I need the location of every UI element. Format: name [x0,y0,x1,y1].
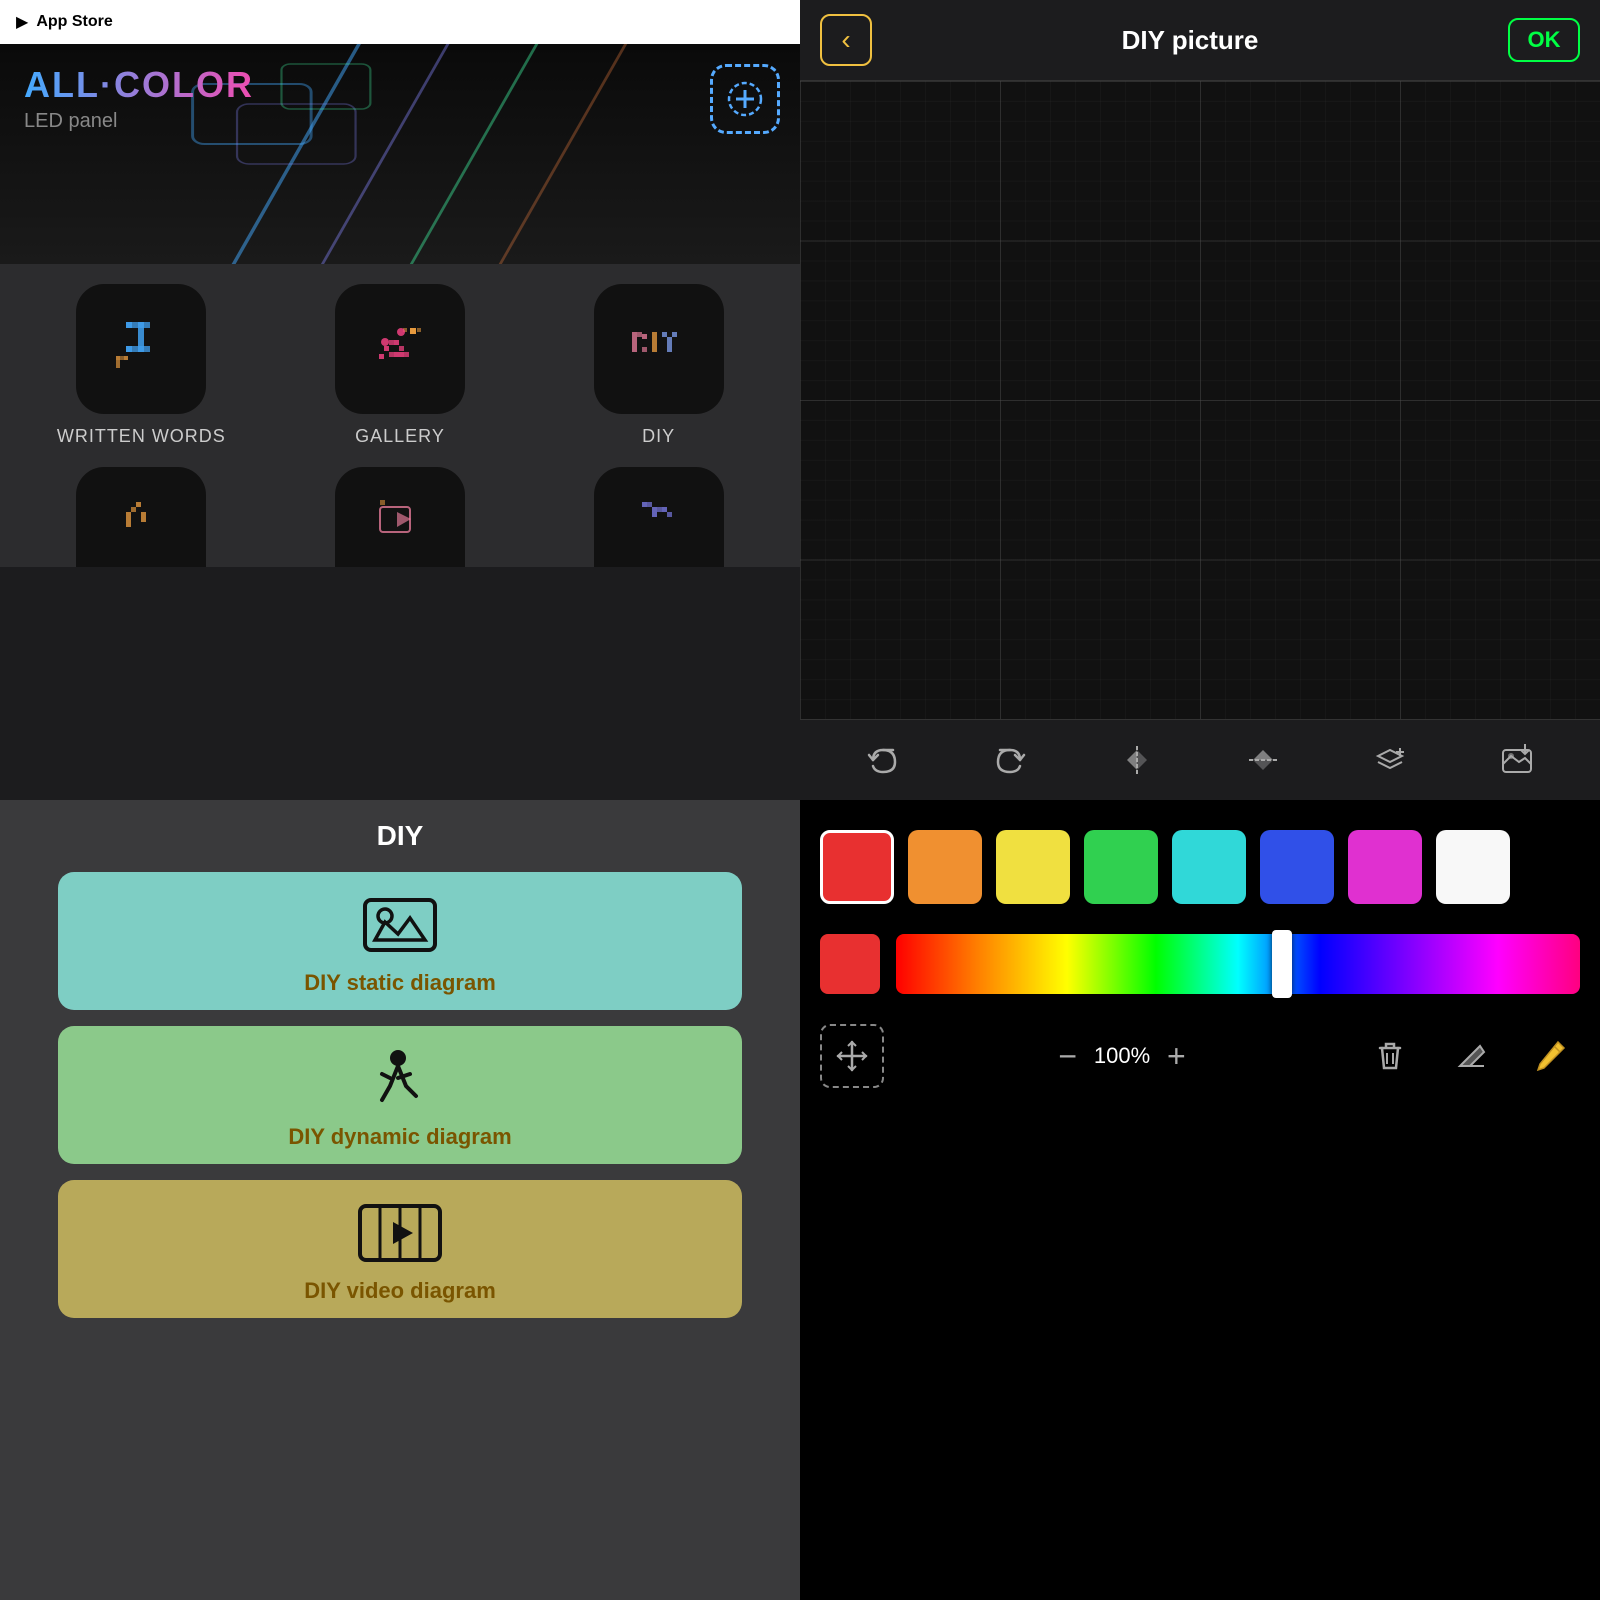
delete-button[interactable] [1360,1026,1420,1086]
swatch-red[interactable] [820,830,894,904]
diy-dynamic-option[interactable]: DIY dynamic diagram [58,1026,742,1164]
icon-diy-label: DIY [642,426,675,447]
ok-label: OK [1528,27,1561,53]
color-spectrum-row [820,934,1580,994]
move-button[interactable] [820,1024,884,1088]
pixel-canvas[interactable] [800,81,1600,719]
diy-video-icon [355,1198,445,1268]
diy-static-option[interactable]: DIY static diagram [58,872,742,1010]
icon-music-image [76,467,206,567]
diy-static-label: DIY static diagram [304,970,496,996]
flip-horizontal-button[interactable] [1111,734,1163,786]
zoom-controls: − 100% + [904,1038,1340,1075]
diy-static-icon [360,890,440,960]
top-left-panel: ▶ App Store ALL·COLOR LED panel [0,0,800,800]
icons-grid: WRITTEN WORDS [0,264,800,467]
swatch-green[interactable] [1084,830,1158,904]
icon-written-words[interactable]: WRITTEN WORDS [20,284,263,447]
diy-video-label: DIY video diagram [304,1278,496,1304]
diy-video-option[interactable]: DIY video diagram [58,1180,742,1318]
import-button[interactable] [1491,734,1543,786]
diy-panel-title: DIY [377,820,424,852]
diy-dynamic-icon [360,1044,440,1114]
icon-written-words-label: WRITTEN WORDS [57,426,226,447]
app-header: ALL·COLOR LED panel [0,44,800,264]
icon-written-words-image [76,284,206,414]
swatch-blue[interactable] [1260,830,1334,904]
color-swatches [820,820,1580,914]
bottom-left-panel: DIY DIY static diagram [0,800,800,1600]
pencil-button[interactable] [1520,1026,1580,1086]
icon-gallery[interactable]: GALLERY [279,284,522,447]
back-icon: ‹ [841,24,850,56]
icon-video-image [335,467,465,567]
diy-dynamic-label: DIY dynamic diagram [288,1124,511,1150]
icon-video[interactable] [279,467,522,567]
status-bar: ▶ App Store [0,0,800,44]
canvas-toolbar [800,719,1600,800]
nav-title: DIY picture [1122,25,1259,56]
spacer [820,1118,1580,1580]
spectrum-bar[interactable] [896,934,1580,994]
swatch-orange[interactable] [908,830,982,904]
icon-diy-image [594,284,724,414]
swatch-cyan[interactable] [1172,830,1246,904]
diy-nav: ‹ DIY picture OK [800,0,1600,81]
add-button[interactable] [710,64,780,134]
eraser-button[interactable] [1440,1026,1500,1086]
swatch-white[interactable] [1436,830,1510,904]
app-subtitle: LED panel [24,110,776,133]
back-button[interactable]: ‹ [820,14,872,66]
zoom-in-icon: + [1167,1038,1186,1074]
icon-gallery-label: GALLERY [355,426,445,447]
app-store-label: App Store [36,13,112,31]
icon-diy[interactable]: DIY [537,284,780,447]
icon-gallery-image [335,284,465,414]
app-logo: ALL·COLOR LED panel [24,64,776,133]
flip-vertical-button[interactable] [1237,734,1289,786]
swatch-magenta[interactable] [1348,830,1422,904]
zoom-out-button[interactable]: − [1058,1038,1077,1075]
layers-button[interactable] [1364,734,1416,786]
partial-icons-grid [0,467,800,567]
icon-music[interactable] [20,467,263,567]
spectrum-handle[interactable] [1272,930,1292,998]
wifi-icon: ▶ [16,12,28,32]
color-indicator [820,934,880,994]
ok-button[interactable]: OK [1508,18,1580,62]
zoom-out-icon: − [1058,1038,1077,1074]
bottom-toolbar: − 100% + [820,1014,1580,1098]
zoom-in-button[interactable]: + [1167,1038,1186,1075]
app-logo-text: ALL·COLOR [24,64,776,106]
swatch-yellow[interactable] [996,830,1070,904]
icon-clock-image [594,467,724,567]
icon-clock[interactable] [537,467,780,567]
undo-button[interactable] [857,734,909,786]
pixel-grid[interactable] [800,81,1600,719]
zoom-value: 100% [1087,1043,1157,1069]
bottom-right-panel: − 100% + [800,800,1600,1600]
redo-button[interactable] [984,734,1036,786]
top-right-panel: ‹ DIY picture OK [800,0,1600,800]
